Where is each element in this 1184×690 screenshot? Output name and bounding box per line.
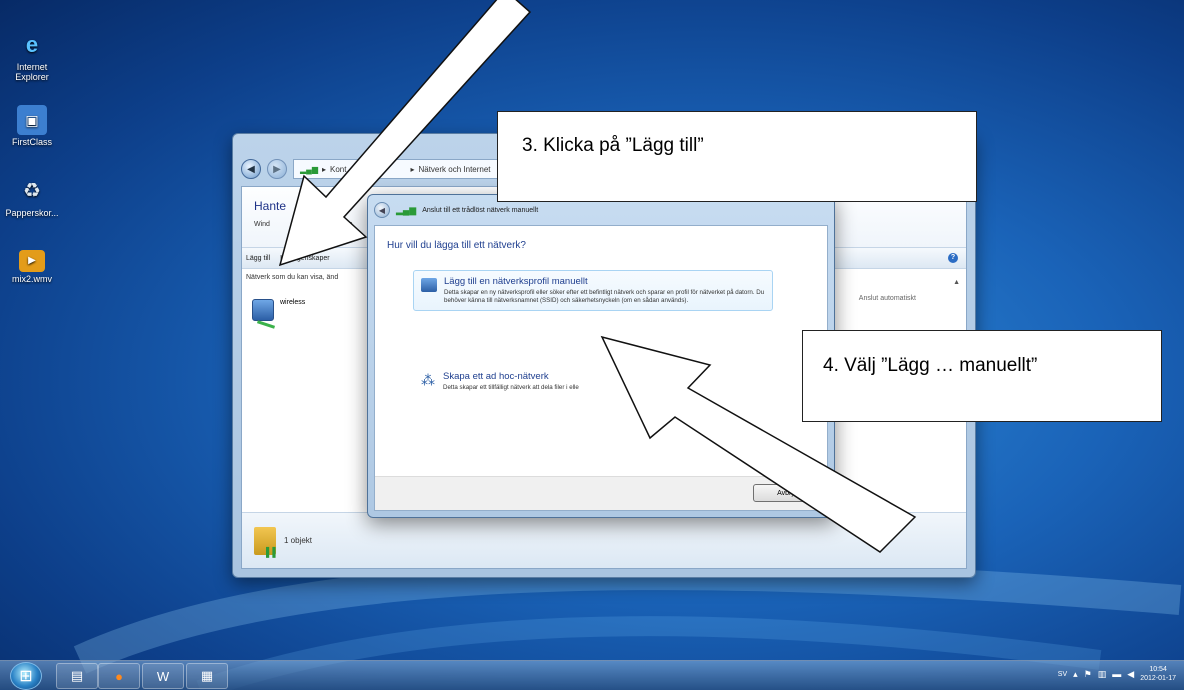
option-title: Skapa ett ad hoc-nätverk [443,371,549,382]
option-add-profile-manually[interactable]: Lägg till en nätverksprofil manuellt Det… [413,270,773,311]
status-bar: 1 objekt [242,512,966,568]
show-hidden-icons-icon[interactable]: ▴ [1073,669,1078,680]
connect-wireless-dialog: ◀ ▂▄▆ Anslut till ett trådlöst nätverk m… [367,194,835,518]
breadcrumb-separator-icon: ▸ [410,164,415,174]
network-list-item[interactable]: wireless [252,299,305,321]
language-indicator[interactable]: SV [1058,671,1067,678]
network-name: wireless [280,299,306,306]
back-button[interactable]: ◀ [241,159,261,179]
dialog-title: Anslut till ett trådlöst nätverk manuell… [422,206,539,214]
adapter-properties-button[interactable]: Kortegenskaper [280,255,329,262]
breadcrumb-separator-icon: ▸ [321,164,326,174]
media-player-icon[interactable]: ● [98,663,140,689]
desktop-icon-firstclass[interactable]: ▣ FirstClass [4,105,60,147]
dialog-question: Hur vill du lägga till ett nätverk? [387,240,526,251]
network-profile-icon [421,278,437,292]
desktop-icon-label: Internet Explorer [15,62,49,82]
network-icon: ▂▄▆ [300,164,318,174]
volume-icon[interactable]: ◀ [1127,669,1134,680]
wifi-icon: ▂▄▆ [396,204,417,215]
callout-step-3: 3. Klicka på ”Lägg till” [497,111,977,202]
option-title: Lägg till en nätverksprofil manuellt [444,276,588,287]
option-description: Detta skapar ett tillfälligt nätverk att… [443,384,579,391]
battery-icon[interactable]: ▬ [1112,669,1121,679]
forward-button[interactable]: ▶ [267,159,287,179]
add-button[interactable]: Lägg till [246,255,270,262]
clock[interactable]: 10:54 2012-01-17 [1140,665,1176,683]
start-button[interactable]: ⊞ [10,662,42,690]
desktop-icon-recycle-bin[interactable]: ♻ Papperskor... [4,176,60,218]
page-title-text: Hante [254,199,287,213]
dialog-back-button[interactable]: ◀ [374,202,390,218]
option-adhoc-network[interactable]: ⁂ Skapa ett ad hoc-nätverk Detta skapar … [413,366,773,397]
desktop-icon-ie[interactable]: e Internet Explorer [4,30,60,83]
system-tray: SV ▴ ⚑ ▥ ▬ ◀ 10:54 2012-01-17 [1058,665,1176,683]
adhoc-network-icon: ⁂ [421,372,435,388]
clock-time: 10:54 [1149,666,1167,673]
page-subtitle-suffix: nsluta [333,221,353,228]
page-subtitle-text: Wind [254,221,270,228]
recycle-bin-icon: ♻ [23,180,41,202]
explorer-icon[interactable]: ▤ [56,663,98,689]
cancel-button[interactable]: Avbry [753,484,819,502]
dialog-body: Hur vill du lägga till ett nätverk? Lägg… [374,225,828,511]
video-file-icon: ▶ [19,250,45,272]
firstclass-icon: ▣ [17,105,47,135]
breadcrumb-item[interactable]: Kont [330,165,346,174]
object-count: 1 objekt [284,536,313,545]
ie-icon: e [25,32,39,57]
wireless-networks-icon [254,526,279,557]
desktop-icon-label: Papperskor... [5,208,59,218]
network-icon[interactable]: ▦ [186,663,228,689]
scroll-up-icon[interactable]: ▲ [953,279,960,286]
desktop-icon-video[interactable]: ▶ mix2.wmv [4,250,60,284]
breadcrumb-item[interactable]: Nätverk och Internet [418,165,490,174]
auto-connect-label: Anslut automatiskt [858,295,916,302]
dialog-footer: Avbry [375,476,827,510]
clock-date: 2012-01-17 [1140,675,1176,682]
network-status-icon[interactable]: ▥ [1098,669,1107,680]
taskbar: ⊞ ▤ ● W ▦ SV ▴ ⚑ ▥ ▬ ◀ 10:54 2012-01-17 [0,660,1184,690]
desktop-icon-label: FirstClass [12,137,52,147]
word-icon[interactable]: W [142,663,184,689]
help-icon[interactable]: ? [948,253,958,263]
callout-step-4: 4. Välj ”Lägg … manuellt” [802,330,1162,422]
desktop-icon-label: mix2.wmv [12,274,52,284]
flag-icon[interactable]: ⚑ [1084,669,1092,680]
wireless-network-icon [252,299,274,321]
dialog-title-bar: ◀ ▂▄▆ Anslut till ett trådlöst nätverk m… [374,202,538,218]
option-description: Detta skapar en ny nätverksprofil eller … [444,289,765,304]
